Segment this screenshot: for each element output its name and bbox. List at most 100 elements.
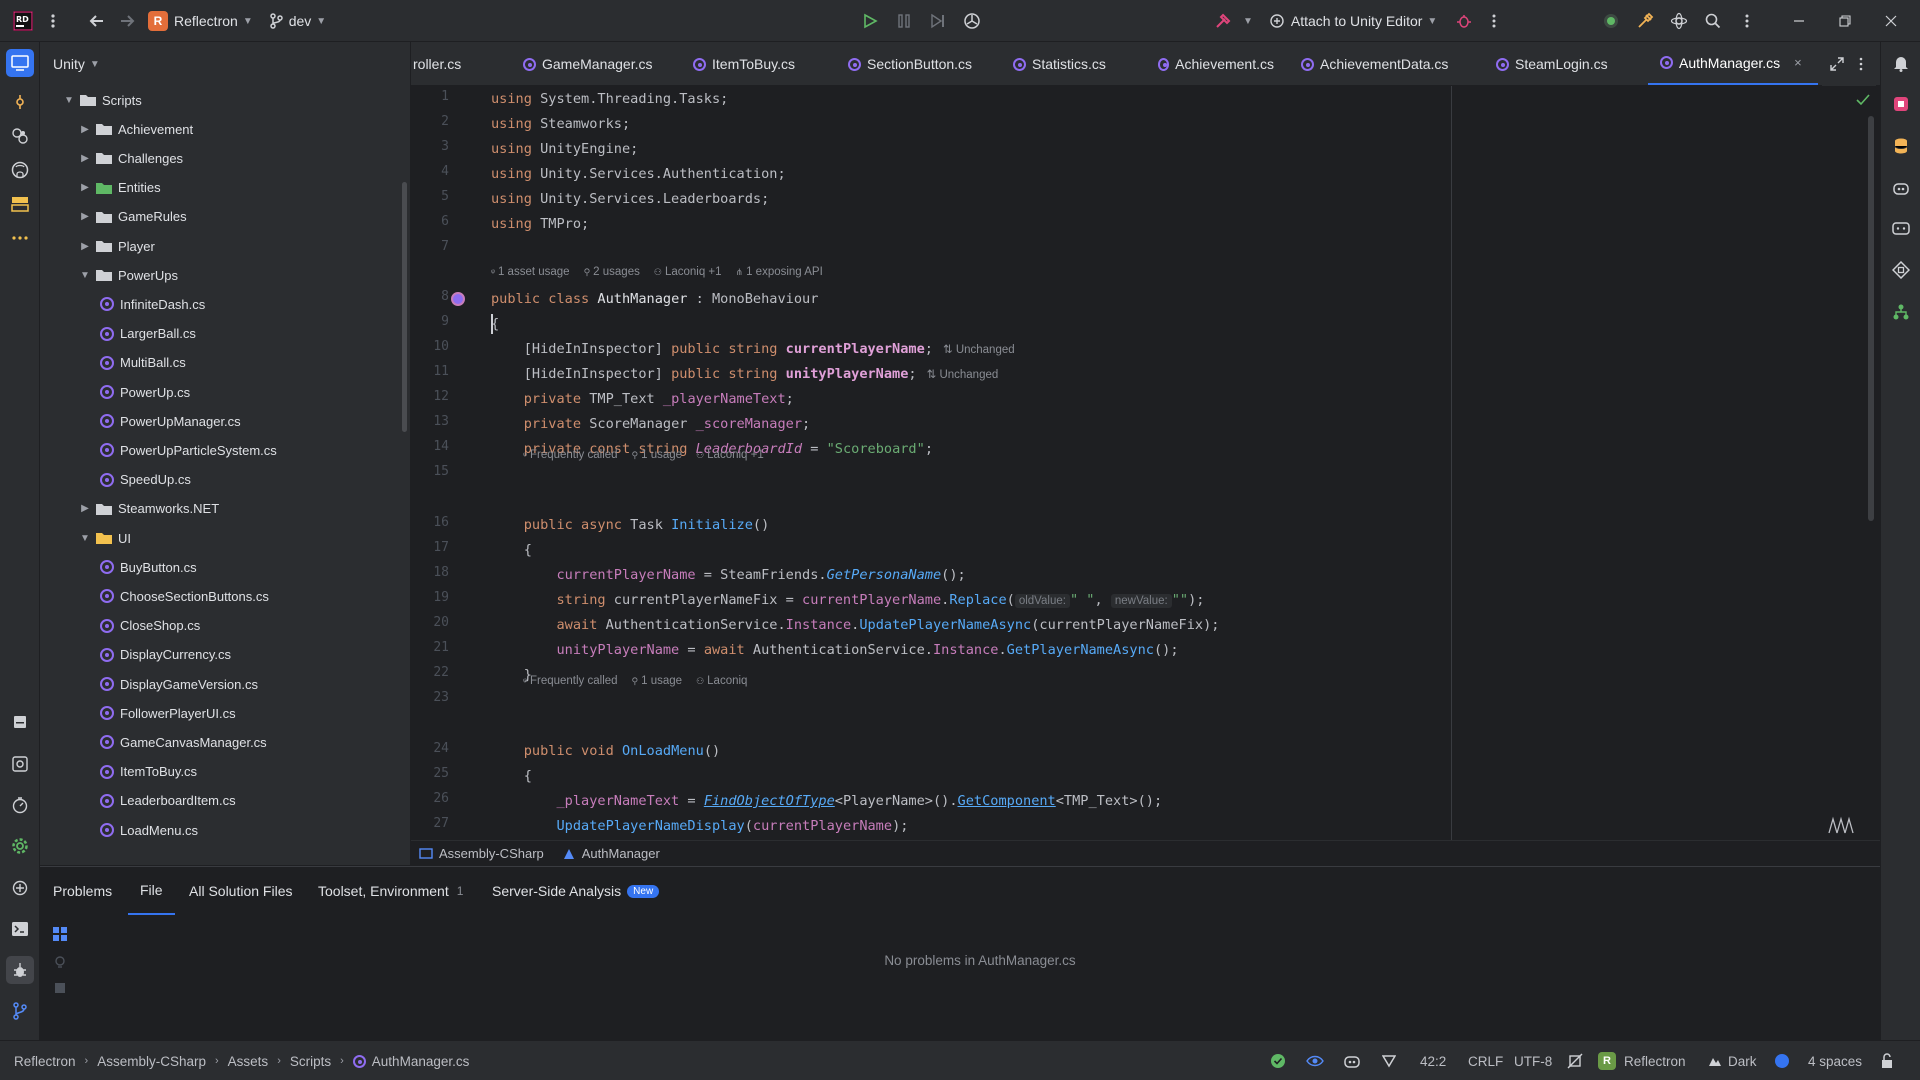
group-by-icon[interactable] [53, 927, 67, 941]
code-line[interactable]: using TMPro; [491, 212, 589, 237]
tree-item[interactable]: LargerBall.cs [100, 322, 196, 346]
status-breadcrumb-item[interactable]: Assembly-CSharp [97, 1054, 206, 1069]
chevron-right-icon[interactable]: ▶ [78, 241, 92, 252]
hammer-icon[interactable] [1208, 6, 1238, 36]
close-tab-icon[interactable]: × [1794, 55, 1802, 70]
code-line[interactable]: UpdatePlayerNameDisplay(currentPlayerNam… [491, 814, 908, 839]
minimize-icon[interactable] [1784, 6, 1814, 36]
pause-icon[interactable] [889, 6, 919, 36]
project-panel-header[interactable]: Unity ▼ [40, 42, 410, 86]
tab-options-icon[interactable] [1854, 57, 1868, 71]
terminal-icon[interactable] [6, 915, 34, 943]
project-scrollbar[interactable] [402, 182, 407, 432]
tab-achievement[interactable]: Achievement.cs [1146, 42, 1274, 85]
code-vision-hint[interactable]: ⚇ Laconiq +1 [696, 449, 764, 461]
filter-icon[interactable] [53, 981, 67, 995]
solution-selector[interactable]: R Reflectron [1598, 1041, 1686, 1080]
tree-item[interactable]: ▶ Player [78, 234, 155, 258]
tab-all-solution-files[interactable]: All Solution Files [189, 867, 293, 915]
code-vision-hint[interactable]: ⚲ 1 usage [632, 675, 683, 687]
hierarchy-icon[interactable] [1887, 298, 1915, 326]
indent-setting[interactable]: 4 spaces [1808, 1041, 1862, 1080]
read-only-toggle-icon[interactable] [1567, 1041, 1583, 1080]
code-editor[interactable]: 1 2 3 4 5 6 7 8 9 10 11 12 13 14 15 16 17 18 19 20 21 22 23 24 2… [411, 86, 1880, 840]
code-vision-hint[interactable]: ⚇ Laconiq +1 [654, 266, 722, 278]
tab-file[interactable]: File [128, 867, 175, 915]
tree-item[interactable]: ▼ Scripts [62, 88, 142, 112]
file-encoding[interactable]: UTF-8 [1514, 1041, 1552, 1080]
unit-tests-icon[interactable] [6, 750, 34, 778]
code-line[interactable]: [HideInInspector] public string currentP… [491, 337, 1015, 362]
tools-icon[interactable] [1630, 6, 1660, 36]
tree-item[interactable]: DisplayGameVersion.cs [100, 672, 258, 696]
tree-item[interactable]: LoadMenu.cs [100, 818, 198, 842]
tree-item[interactable]: PowerUp.cs [100, 380, 190, 404]
code-line[interactable]: public void OnLoadMenu() [491, 739, 720, 764]
code-line[interactable]: _playerNameText = FindObjectOfType<Playe… [491, 789, 1162, 814]
tree-item[interactable]: ▶ Entities [78, 176, 161, 200]
chat-icon[interactable] [1887, 215, 1915, 243]
breadcrumb-assembly[interactable]: Assembly-CSharp [419, 846, 544, 861]
code-vision-hint[interactable]: ᵠ1 asset usage [491, 266, 570, 278]
vcs-status-icon[interactable] [1382, 1041, 1396, 1080]
tree-item[interactable]: ▶ GameRules [78, 205, 187, 229]
tree-item[interactable]: FollowerPlayerUI.cs [100, 701, 236, 725]
close-window-icon[interactable] [1876, 6, 1906, 36]
unity-icon[interactable] [957, 6, 987, 36]
code-line[interactable]: currentPlayerName = SteamFriends.GetPers… [491, 563, 965, 588]
branch-selector[interactable]: dev ▼ [269, 13, 326, 29]
code-vision-hint[interactable]: ⚲ 2 usages [584, 266, 640, 278]
explorer-icon[interactable] [6, 49, 34, 77]
more-actions-icon[interactable] [1479, 6, 1509, 36]
no-errors-check-icon[interactable] [1856, 94, 1870, 106]
tree-item[interactable]: CloseShop.cs [100, 614, 200, 638]
lock-icon[interactable] [1880, 1041, 1894, 1080]
chevron-down-icon[interactable]: ▼ [1243, 16, 1253, 27]
tree-item[interactable]: BuyButton.cs [100, 555, 197, 579]
tree-item[interactable]: ItemToBuy.cs [100, 760, 197, 784]
tab-statistics[interactable]: Statistics.cs [1001, 42, 1131, 85]
forward-arrow-icon[interactable] [112, 6, 142, 36]
eye-icon[interactable] [1306, 1041, 1324, 1080]
tree-item[interactable]: ChooseSectionButtons.cs [100, 584, 269, 608]
git-icon[interactable] [6, 997, 34, 1025]
tree-item[interactable]: MultiBall.cs [100, 351, 186, 375]
code-vision-hint[interactable]: ⋔ 1 exposing API [736, 266, 823, 278]
tab-sectionbutton[interactable]: SectionButton.cs [836, 42, 986, 85]
tree-item[interactable]: ▶ Achievement [78, 117, 193, 141]
unity-script-gutter-icon[interactable] [451, 292, 465, 306]
inspections-ok-icon[interactable] [1270, 1041, 1286, 1080]
code-line[interactable]: using Steamworks; [491, 112, 630, 137]
code-line[interactable]: await AuthenticationService.Instance.Upd… [491, 613, 1219, 638]
code-line[interactable]: public async Task Initialize() [491, 513, 770, 538]
github-icon[interactable] [6, 156, 34, 184]
tree-item[interactable]: GameCanvasManager.cs [100, 730, 267, 754]
maximize-editor-icon[interactable] [1830, 57, 1844, 71]
code-line[interactable]: using System.Threading.Tasks; [491, 87, 728, 112]
search-icon[interactable] [1698, 6, 1728, 36]
profiler-icon[interactable] [6, 791, 34, 819]
tab-problems[interactable]: Problems [53, 867, 112, 915]
code-vision-hint[interactable]: ⚇ Laconiq [696, 675, 747, 687]
line-ending[interactable]: CRLF [1468, 1041, 1503, 1080]
code-line[interactable]: using UnityEngine; [491, 137, 638, 162]
tree-item[interactable]: DisplayCurrency.cs [100, 643, 231, 667]
chevron-down-icon[interactable]: ▼ [62, 95, 76, 106]
plugin-icon[interactable] [1887, 256, 1915, 284]
rider-logo-icon[interactable]: RD [8, 6, 38, 36]
reader-mode-icon[interactable] [1827, 816, 1855, 834]
tab-roller[interactable]: roller.cs [411, 42, 499, 85]
bookmarks-icon[interactable] [6, 708, 34, 736]
tab-achievementdata[interactable]: AchievementData.cs [1289, 42, 1469, 85]
code-line[interactable]: using Unity.Services.Leaderboards; [491, 187, 769, 212]
code-line[interactable]: public class AuthManager : MonoBehaviour [491, 287, 818, 312]
tree-item[interactable]: ▼ UI [78, 526, 131, 550]
tree-item[interactable]: ▶ Challenges [78, 146, 183, 170]
database-icon[interactable] [1887, 132, 1915, 160]
code-line[interactable]: using Unity.Services.Authentication; [491, 162, 786, 187]
editor-scrollbar[interactable] [1868, 116, 1874, 521]
tree-item[interactable]: PowerUpParticleSystem.cs [100, 438, 277, 462]
project-selector[interactable]: R Reflectron ▼ [148, 11, 253, 31]
chevron-right-icon[interactable]: ▶ [78, 153, 92, 164]
tree-item[interactable]: InfiniteDash.cs [100, 292, 205, 316]
